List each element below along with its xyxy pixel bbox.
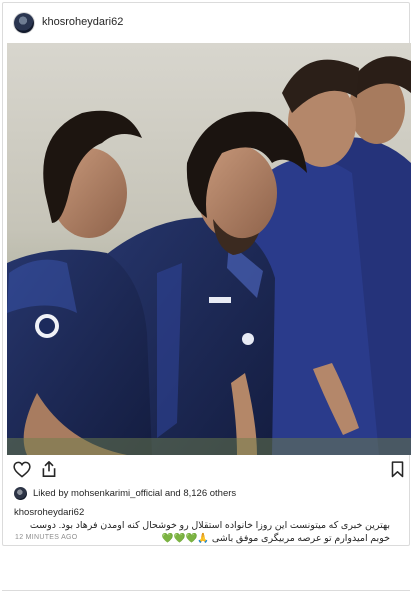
post-card: khosroheydari62 Liked by mohsenkarimi_of… [2,2,411,546]
share-icon[interactable] [41,460,57,478]
likes-prefix: Liked by [33,487,69,499]
post-header: khosroheydari62 [3,3,409,43]
photo-of-football-players-icon [7,43,411,455]
likes-line: Liked by mohsenkarimi_official and 8,126… [14,486,236,500]
divider [2,590,410,591]
caption-username[interactable]: khosroheydari62 [14,507,84,518]
avatar[interactable] [14,13,34,33]
liker-avatar[interactable] [14,486,27,500]
post-timestamp[interactable]: 12 MINUTES AGO [15,534,78,541]
caption-text: بهترین خبری که میتونست این روزا خانواده … [29,520,390,544]
heart-icon[interactable] [13,461,31,478]
post-photo[interactable] [7,43,411,455]
likes-count[interactable]: and 8,126 others [165,488,236,499]
post-actions [3,459,409,483]
post-username[interactable]: khosroheydari62 [42,16,123,28]
bookmark-icon[interactable] [391,461,404,478]
liker-username[interactable]: mohsenkarimi_official [71,488,162,499]
